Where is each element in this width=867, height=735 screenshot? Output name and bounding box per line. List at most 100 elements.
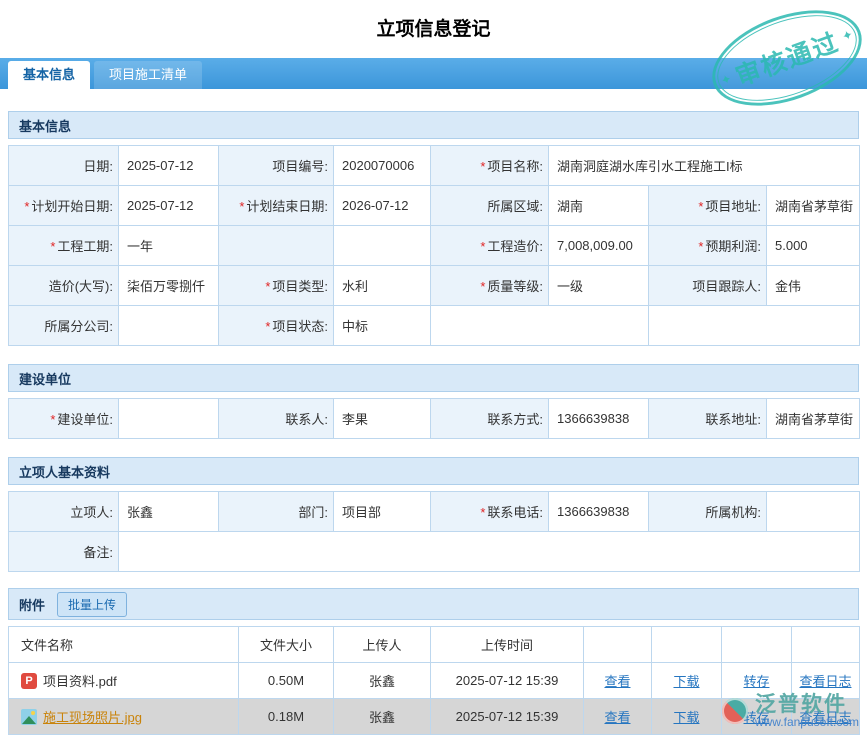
file-upload-time: 2025-07-12 15:39 xyxy=(431,663,584,699)
fanpu-logo-icon xyxy=(722,698,748,724)
field-label: *项目地址: xyxy=(649,186,767,226)
col-action xyxy=(722,627,792,663)
view-link[interactable]: 查看 xyxy=(604,710,630,725)
vendor-url: www.fanpusoft.com xyxy=(755,716,859,729)
required-mark: * xyxy=(480,159,485,174)
field-label xyxy=(219,226,334,266)
file-upload-time: 2025-07-12 15:39 xyxy=(431,699,584,735)
field-label: 部门: xyxy=(219,492,334,532)
field-label: *工程工期: xyxy=(9,226,119,266)
action-cell: 查看 xyxy=(584,663,652,699)
field-value: 湖南省茅草街 xyxy=(767,186,860,226)
vendor-watermark: 泛普软件 www.fanpusoft.com xyxy=(722,693,859,729)
pdf-file-icon: P xyxy=(21,673,37,689)
field-label: *计划结束日期: xyxy=(219,186,334,226)
batch-upload-button[interactable]: 批量上传 xyxy=(57,592,127,617)
field-label: *联系电话: xyxy=(431,492,549,532)
field-label: 联系人: xyxy=(219,399,334,439)
col-action xyxy=(792,627,860,663)
section-construction-unit: 建设单位 *建设单位: 联系人: 李果 联系方式: 1366639838 联系地… xyxy=(8,364,859,439)
field-value: 湖南省茅草街 xyxy=(767,399,860,439)
field-value: 湖南 xyxy=(549,186,649,226)
field-label: 造价(大写): xyxy=(9,266,119,306)
field-label: 立项人: xyxy=(9,492,119,532)
field-value xyxy=(334,226,431,266)
form-row: 造价(大写): 柒佰万零捌仟 *项目类型: 水利 *质量等级: 一级 项目跟踪人… xyxy=(9,266,860,306)
field-value xyxy=(119,306,219,346)
required-mark: * xyxy=(480,505,485,520)
required-mark: * xyxy=(24,199,29,214)
form-row: 备注: xyxy=(9,532,860,572)
col-upload-time: 上传时间 xyxy=(431,627,584,663)
field-value: 一年 xyxy=(119,226,219,266)
action-cell: 查看 xyxy=(584,699,652,735)
required-mark: * xyxy=(480,239,485,254)
empty-cell xyxy=(649,306,860,346)
file-name-cell: P 项目资料.pdf xyxy=(9,663,239,699)
field-value: 水利 xyxy=(334,266,431,306)
image-file-icon xyxy=(21,709,37,725)
field-value: 2025-07-12 xyxy=(119,186,219,226)
download-link[interactable]: 下载 xyxy=(673,710,699,725)
transfer-link[interactable]: 转存 xyxy=(743,674,769,689)
required-mark: * xyxy=(698,239,703,254)
field-label: *计划开始日期: xyxy=(9,186,119,226)
field-value: 张鑫 xyxy=(119,492,219,532)
founder-info-table: 立项人: 张鑫 部门: 项目部 *联系电话: 1366639838 所属机构: … xyxy=(8,491,860,572)
form-row: 日期: 2025-07-12 项目编号: 2020070006 *项目名称: 湖… xyxy=(9,146,860,186)
file-size: 0.18M xyxy=(239,699,334,735)
section-basic-info: 基本信息 日期: 2025-07-12 项目编号: 2020070006 *项目… xyxy=(8,111,859,346)
file-name-link[interactable]: 施工现场照片.jpg xyxy=(43,707,142,726)
field-value: 湖南洞庭湖水库引水工程施工I标 xyxy=(549,146,860,186)
empty-cell xyxy=(431,306,649,346)
form-row: *计划开始日期: 2025-07-12 *计划结束日期: 2026-07-12 … xyxy=(9,186,860,226)
field-value: 项目部 xyxy=(334,492,431,532)
col-action xyxy=(584,627,652,663)
section-title-attachments: 附件 xyxy=(19,595,45,614)
form-row: 所属分公司: *项目状态: 中标 xyxy=(9,306,860,346)
stamp-star-icon: ✦ xyxy=(718,71,734,90)
required-mark: * xyxy=(480,279,485,294)
file-uploader: 张鑫 xyxy=(334,663,431,699)
attachments-header: 附件 批量上传 xyxy=(8,588,859,620)
field-value: 7,008,009.00 xyxy=(549,226,649,266)
section-title-construction-unit: 建设单位 xyxy=(8,364,859,392)
field-value: 李果 xyxy=(334,399,431,439)
field-label: 项目编号: xyxy=(219,146,334,186)
field-value: 1366639838 xyxy=(549,492,649,532)
view-log-link[interactable]: 查看日志 xyxy=(799,674,851,689)
field-label: *项目类型: xyxy=(219,266,334,306)
download-link[interactable]: 下载 xyxy=(673,674,699,689)
field-value: 柒佰万零捌仟 xyxy=(119,266,219,306)
construction-unit-table: *建设单位: 联系人: 李果 联系方式: 1366639838 联系地址: 湖南… xyxy=(8,398,860,439)
required-mark: * xyxy=(239,199,244,214)
field-value xyxy=(119,399,219,439)
col-uploader: 上传人 xyxy=(334,627,431,663)
section-title-founder-info: 立项人基本资料 xyxy=(8,457,859,485)
form-row: *建设单位: 联系人: 李果 联系方式: 1366639838 联系地址: 湖南… xyxy=(9,399,860,439)
vendor-brand: 泛普软件 xyxy=(755,693,847,716)
field-value: 1366639838 xyxy=(549,399,649,439)
field-label: *项目状态: xyxy=(219,306,334,346)
field-label: *项目名称: xyxy=(431,146,549,186)
section-title-basic: 基本信息 xyxy=(8,111,859,139)
file-name: 项目资料.pdf xyxy=(43,671,117,690)
field-label: 所属机构: xyxy=(649,492,767,532)
tab-basic-info[interactable]: 基本信息 xyxy=(8,61,90,89)
view-link[interactable]: 查看 xyxy=(604,674,630,689)
field-label: 联系地址: xyxy=(649,399,767,439)
col-file-name: 文件名称 xyxy=(9,627,239,663)
file-name-cell: 施工现场照片.jpg xyxy=(9,699,239,735)
field-label: 备注: xyxy=(9,532,119,572)
field-value: 中标 xyxy=(334,306,431,346)
field-label: *质量等级: xyxy=(431,266,549,306)
field-label: 项目跟踪人: xyxy=(649,266,767,306)
field-label: *建设单位: xyxy=(9,399,119,439)
field-value: 金伟 xyxy=(767,266,860,306)
field-value: 2025-07-12 xyxy=(119,146,219,186)
tab-project-construction-list[interactable]: 项目施工清单 xyxy=(94,61,202,89)
action-cell: 下载 xyxy=(652,663,722,699)
required-mark: * xyxy=(50,412,55,427)
field-label: *预期利润: xyxy=(649,226,767,266)
field-label: 所属区域: xyxy=(431,186,549,226)
